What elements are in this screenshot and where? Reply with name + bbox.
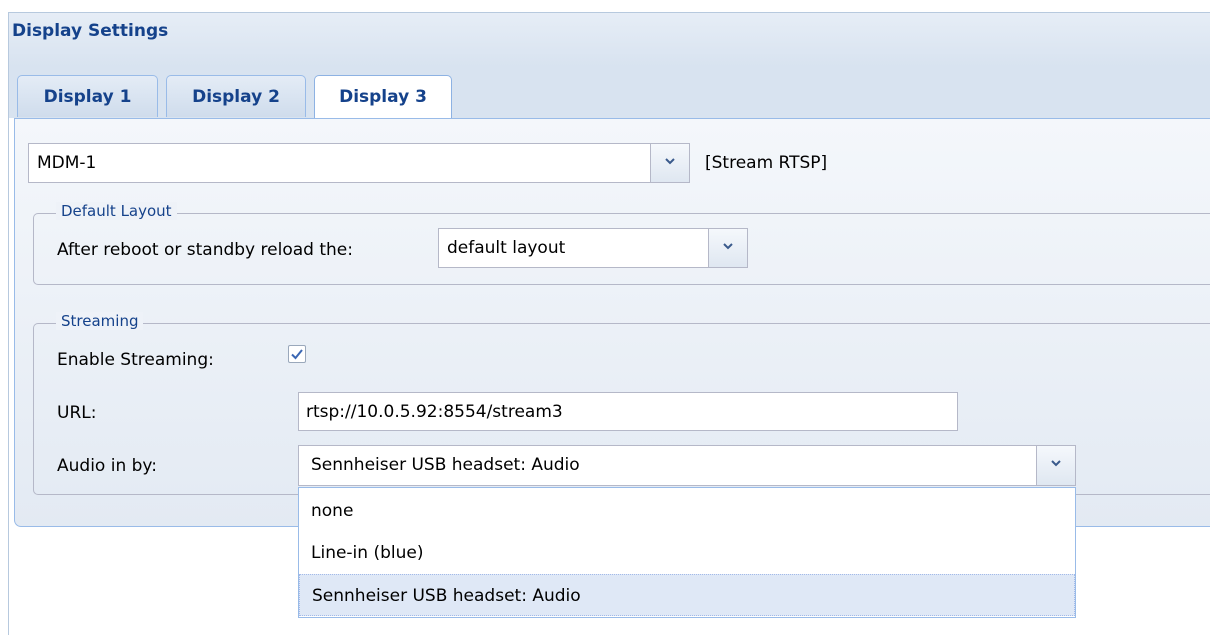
audio-option-sennheiser[interactable]: Sennheiser USB headset: Audio: [299, 574, 1075, 616]
audio-in-select[interactable]: Sennheiser USB headset: Audio: [298, 445, 1076, 486]
default-layout-legend: Default Layout: [56, 202, 177, 220]
audio-option-line-in[interactable]: Line-in (blue): [299, 532, 1075, 574]
panel-header: [8, 12, 1210, 67]
chevron-down-icon: [665, 158, 675, 165]
url-input-value: rtsp://10.0.5.92:8554/stream3: [306, 402, 563, 422]
tab-display-3[interactable]: Display 3: [314, 75, 452, 119]
tab-display-2[interactable]: Display 2: [166, 75, 306, 117]
url-label: URL:: [57, 403, 97, 423]
url-input[interactable]: rtsp://10.0.5.92:8554/stream3: [298, 392, 958, 431]
display-device-value: MDM-1: [37, 153, 97, 173]
audio-option-none[interactable]: none: [299, 490, 1075, 532]
audio-in-dropdown-list: none Line-in (blue) Sennheiser USB heads…: [298, 487, 1076, 618]
reload-label: After reboot or standby reload the:: [57, 240, 353, 260]
panel-left-border: [8, 118, 9, 635]
display-device-trigger[interactable]: [650, 144, 689, 182]
tab-display-1[interactable]: Display 1: [17, 75, 158, 117]
streaming-legend: Streaming: [56, 312, 144, 330]
panel-title: Display Settings: [12, 21, 169, 41]
tab-strip: Display 1 Display 2 Display 3: [8, 66, 1210, 119]
audio-in-value: Sennheiser USB headset: Audio: [311, 455, 580, 475]
reload-layout-trigger[interactable]: [708, 229, 747, 267]
display-device-select[interactable]: MDM-1: [28, 143, 690, 183]
stream-status-label: [Stream RTSP]: [705, 153, 828, 173]
chevron-down-icon: [723, 243, 733, 250]
audio-in-label: Audio in by:: [57, 456, 157, 476]
enable-streaming-label: Enable Streaming:: [57, 350, 214, 370]
audio-in-trigger[interactable]: [1036, 446, 1075, 485]
checkmark-icon: [291, 349, 303, 360]
chevron-down-icon: [1051, 460, 1061, 467]
reload-layout-select[interactable]: default layout: [438, 228, 748, 268]
reload-layout-value: default layout: [447, 238, 566, 258]
enable-streaming-checkbox[interactable]: [288, 345, 306, 363]
